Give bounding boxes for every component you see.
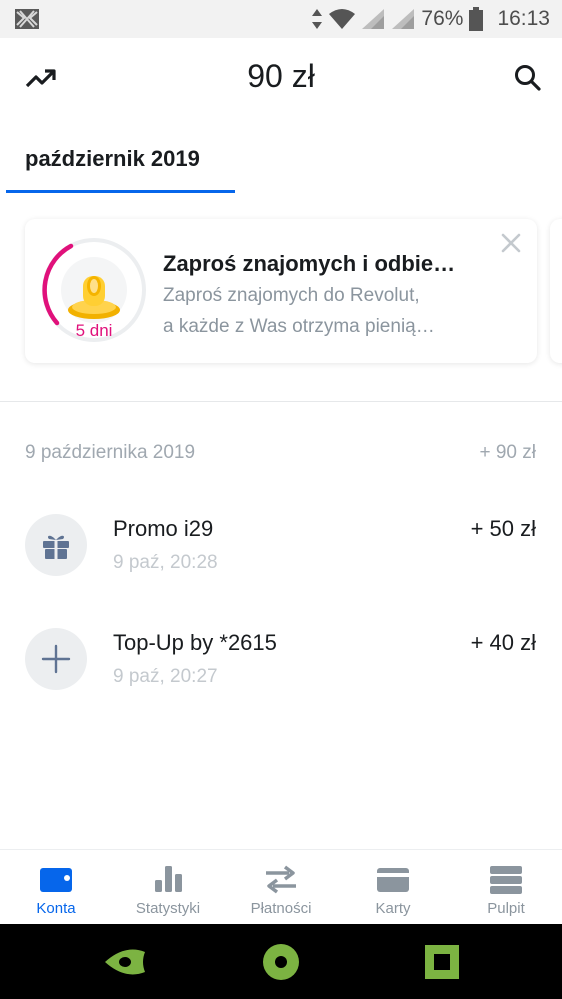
status-bar: 76% 16:13 <box>0 0 562 38</box>
wallet-icon <box>40 868 72 892</box>
nav-item-pulpit[interactable]: Pulpit <box>450 850 562 925</box>
transaction-title: Promo i29 <box>113 516 214 541</box>
next-promo-card[interactable] <box>550 219 562 363</box>
nav-item-konta[interactable]: Konta <box>0 850 112 925</box>
transaction-icon-circle <box>25 514 87 576</box>
wifi-icon <box>329 9 356 29</box>
promo-days-left: 5 dni <box>75 321 113 340</box>
close-icon[interactable] <box>499 231 523 255</box>
transaction-time: 9 paź, 20:28 <box>113 552 218 573</box>
plus-icon <box>41 644 71 674</box>
promo-card[interactable]: 5 dni Zaproś znajomych i odbie… Zaproś z… <box>25 219 537 363</box>
dashboard-icon <box>490 866 522 894</box>
transaction-amount: + 50 zł <box>470 516 536 541</box>
promo-description-line-2: a każde z Was otrzyma pienią… <box>163 316 435 337</box>
system-navigation-bar <box>0 924 562 999</box>
account-balance[interactable]: 90 zł <box>0 58 562 95</box>
battery-icon <box>469 7 484 31</box>
search-icon[interactable] <box>512 62 544 94</box>
divider <box>0 401 562 402</box>
bottom-navigation: Konta Statystyki Płatności Karty Pulpit <box>0 849 562 925</box>
header: 90 zł <box>0 38 562 122</box>
tab-active-indicator <box>6 190 235 193</box>
data-transfer-icon <box>312 9 323 29</box>
nav-label: Statystyki <box>135 900 201 917</box>
transaction-title: Top-Up by *2615 <box>113 630 277 655</box>
signal-2-icon <box>392 9 415 29</box>
card-icon <box>377 868 409 892</box>
transfer-arrows-icon <box>266 865 296 894</box>
promo-title: Zaproś znajomych i odbie… <box>163 251 456 276</box>
battery-percent: 76% <box>421 7 464 30</box>
app-notification-icon <box>15 9 39 29</box>
nav-label: Konta <box>36 900 76 917</box>
transaction-row[interactable]: Promo i29 9 paź, 20:28 + 50 zł <box>0 514 562 594</box>
transaction-icon-circle <box>25 628 87 690</box>
nav-label: Pulpit <box>487 900 525 917</box>
recent-apps-icon[interactable] <box>418 938 466 986</box>
transaction-date-total: + 90 zł <box>479 442 536 463</box>
tab-month[interactable]: październik 2019 <box>25 146 200 172</box>
gift-icon <box>43 535 69 559</box>
nav-item-karty[interactable]: Karty <box>337 850 449 925</box>
transaction-row[interactable]: Top-Up by *2615 9 paź, 20:27 + 40 zł <box>0 628 562 708</box>
transaction-amount: + 40 zł <box>470 630 536 655</box>
signal-icon <box>362 9 385 29</box>
home-icon[interactable] <box>257 938 305 986</box>
bar-chart-icon <box>155 866 182 892</box>
nav-label: Karty <box>375 900 411 917</box>
nav-item-statystyki[interactable]: Statystyki <box>112 850 224 925</box>
transaction-time: 9 paź, 20:27 <box>113 666 218 687</box>
promo-description-line-1: Zaproś znajomych do Revolut, <box>163 285 420 306</box>
transaction-date: 9 października 2019 <box>25 442 196 463</box>
nav-item-platnosci[interactable]: Płatności <box>225 850 337 925</box>
back-icon[interactable] <box>101 938 149 986</box>
clock: 16:13 <box>497 7 550 30</box>
nav-label: Płatności <box>250 900 312 917</box>
coins-icon <box>68 276 120 319</box>
